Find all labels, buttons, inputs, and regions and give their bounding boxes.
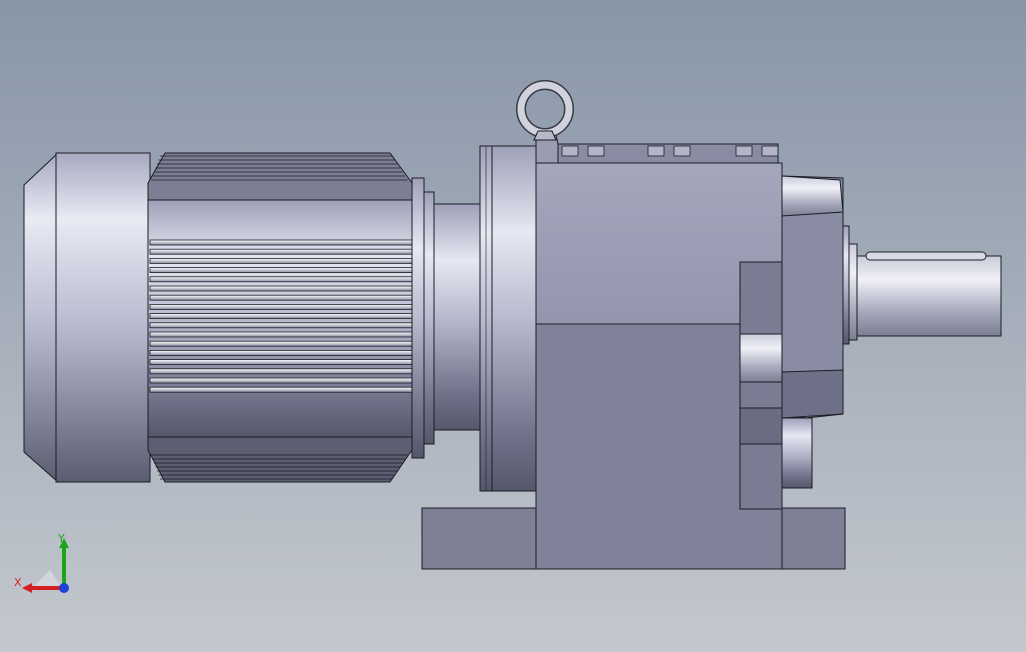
motor-bottom-fins (151, 454, 408, 480)
cooling-fin (149, 368, 413, 375)
x-axis-arrowhead (22, 583, 32, 593)
bolt-boss (673, 145, 691, 157)
motor-body (147, 152, 435, 483)
cooling-fin (149, 322, 413, 329)
bolt-boss (647, 145, 665, 157)
cooling-fin (149, 386, 413, 393)
output-shaft (848, 243, 1002, 341)
triad-plane-icon (32, 570, 62, 588)
motor-top-fins (151, 155, 408, 181)
cooling-fin (149, 303, 413, 310)
y-axis-label: Y (57, 532, 65, 545)
bolt-boss (735, 145, 753, 157)
motor-cooling-fins (149, 239, 413, 393)
cooling-fin (149, 377, 413, 384)
coupling-neck (433, 203, 485, 431)
bolt-boss (561, 145, 579, 157)
cooling-fin (149, 359, 413, 366)
reference-triad: Y X (14, 532, 69, 593)
cooling-fin (149, 331, 413, 338)
cooling-fin (149, 340, 413, 347)
bolt-boss (761, 145, 779, 157)
cooling-fin (149, 294, 413, 301)
cooling-fin (149, 267, 413, 274)
bolt-boss (587, 145, 605, 157)
cooling-fin (149, 248, 413, 255)
motor-fan-cover (23, 151, 151, 484)
cooling-fin (149, 276, 413, 283)
gear-motor-model[interactable] (0, 0, 1026, 652)
cooling-fin (149, 285, 413, 292)
x-axis-label: X (14, 576, 22, 589)
graphics-viewport[interactable]: Y X (0, 0, 1026, 652)
cooling-fin (149, 257, 413, 264)
cooling-fin (149, 313, 413, 320)
gearbox-flange (479, 145, 537, 492)
z-axis-dot (59, 583, 69, 593)
lifting-eye (516, 80, 574, 141)
cooling-fin (149, 349, 413, 356)
cooling-fin (149, 239, 413, 246)
